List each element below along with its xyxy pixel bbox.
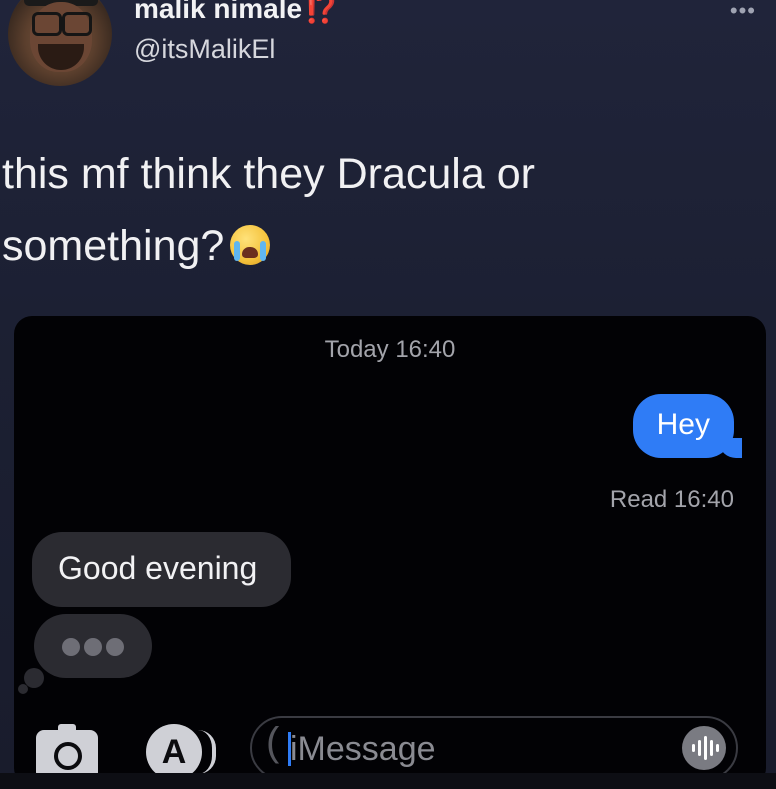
read-receipt: Read 16:40 [609, 486, 734, 513]
conversation-timestamp: Today 16:40 [324, 336, 456, 363]
waveform-bar [692, 744, 695, 752]
tweet-text-line-2-text: something? [2, 222, 225, 270]
app-store-ring [198, 730, 216, 774]
author-handle[interactable]: @itsMalikEl [134, 34, 275, 65]
tweet-text-line: this mf think they Dracula or [2, 150, 535, 198]
avatar-glasses [32, 12, 62, 36]
tweet-text-line-2: something? [2, 210, 702, 282]
received-message-bubble[interactable]: Good evening [32, 532, 292, 607]
camera-bump [58, 724, 76, 732]
sent-message-text: Hey [656, 408, 710, 441]
avatar[interactable] [8, 0, 112, 86]
app-store-icon[interactable]: A [146, 724, 216, 780]
author-name-text: malik nimale [134, 0, 303, 24]
more-options-button[interactable]: ••• [730, 0, 756, 24]
typing-dot [84, 638, 102, 656]
loudly-crying-face-icon [230, 225, 271, 265]
received-message-text: Good evening [58, 550, 258, 586]
tweet-screenshot: malik nimale⁉️ @itsMalikEl ••• this mf t… [0, 0, 776, 789]
typing-dot [62, 638, 80, 656]
imessage-screenshot: Today 16:40 Hey Read 16:40 Good evening … [14, 316, 766, 786]
waveform-bar [698, 740, 701, 756]
waveform-bar [716, 744, 719, 752]
typing-indicator [34, 614, 152, 678]
message-input[interactable]: ( iMessage [250, 716, 738, 780]
message-placeholder: iMessage [290, 730, 436, 768]
waveform-bar [704, 736, 707, 760]
camera-lens [54, 742, 82, 770]
interrobang-emoji-icon: ⁉️ [304, 0, 339, 24]
typing-indicator-tail [18, 684, 28, 694]
sent-message-bubble[interactable]: Hey [632, 394, 743, 458]
waveform-bar [710, 740, 713, 756]
bottom-edge [0, 773, 776, 789]
audio-waveform-icon[interactable] [682, 726, 726, 770]
typing-dot [106, 638, 124, 656]
tweet-text: this mf think they Dracula or something? [2, 138, 702, 282]
author-display-name[interactable]: malik nimale⁉️ [134, 0, 339, 25]
input-edge: ( [266, 720, 280, 764]
avatar-glasses [62, 12, 92, 36]
